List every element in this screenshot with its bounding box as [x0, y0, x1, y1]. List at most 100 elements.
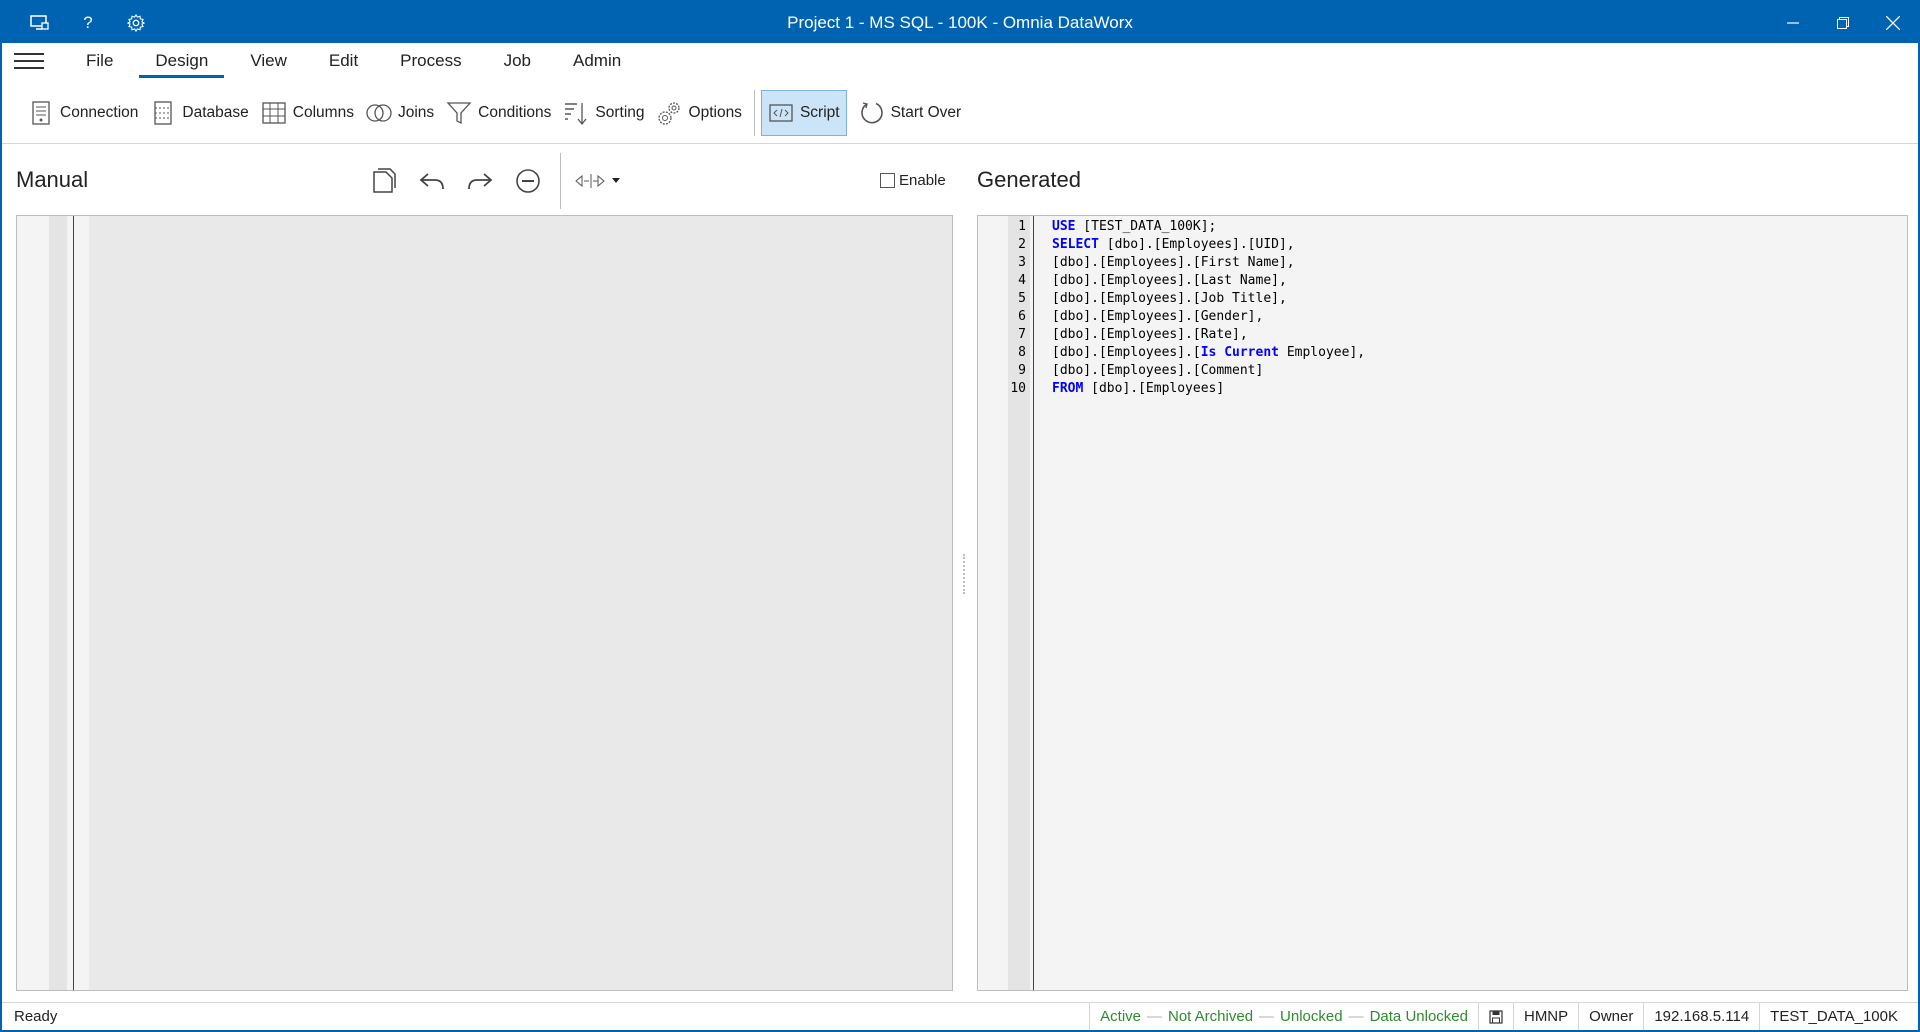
status-database: TEST_DATA_100K [1759, 1003, 1918, 1030]
ribbon-divider [753, 89, 755, 136]
start-over-button[interactable]: Start Over [853, 90, 968, 136]
split-view-icon[interactable] [569, 162, 629, 200]
script-label: Script [799, 103, 840, 121]
menu-design[interactable]: Design [139, 45, 225, 78]
sort-icon [565, 102, 587, 125]
manual-text-area[interactable] [89, 216, 952, 990]
refresh-icon [860, 101, 883, 123]
joins-icon [366, 103, 392, 122]
toolbar-divider [560, 153, 561, 209]
gears-icon [657, 101, 680, 125]
generated-code: 1 USE [TEST_DATA_100K]; 2 SELECT [dbo].[Emp… [978, 218, 1365, 398]
status-locked: Unlocked [1280, 1008, 1343, 1025]
generated-gutter-divider [1033, 216, 1034, 990]
close-icon[interactable] [1868, 2, 1918, 43]
database-button[interactable]: Database [144, 90, 254, 136]
code-line: 7 [dbo].[Employees].[Rate], [978, 326, 1248, 344]
app-window: ? Project 1 - MS SQL - 100K - Omnia Data… [0, 0, 1920, 1032]
clear-icon[interactable] [504, 162, 552, 200]
window-title: Project 1 - MS SQL - 100K - Omnia DataWo… [787, 12, 1133, 32]
redo-icon[interactable] [456, 162, 504, 200]
line-number: 2 [1018, 237, 1026, 252]
code-text: [dbo].[Employees].[Is Current Employee], [1052, 344, 1365, 362]
menu-job[interactable]: Job [488, 45, 547, 77]
restore-icon[interactable] [1818, 2, 1868, 43]
options-label: Options [688, 103, 742, 121]
display-icon[interactable] [16, 2, 64, 43]
line-number: 8 [1018, 345, 1026, 360]
sql-text: [dbo].[Employees].[UID], [1098, 237, 1295, 252]
sorting-label: Sorting [595, 103, 645, 121]
conditions-label: Conditions [478, 103, 552, 121]
enable-checkbox[interactable]: Enable [880, 172, 946, 189]
status-bar: Ready Active — Not Archived — Unlocked —… [2, 1002, 1918, 1030]
filter-icon [446, 101, 472, 124]
checkbox-box[interactable] [880, 173, 895, 188]
sql-text: Employee], [1279, 345, 1366, 360]
minimize-icon[interactable] [1768, 2, 1818, 43]
status-role: Owner [1578, 1003, 1643, 1030]
save-icon[interactable] [1477, 1003, 1513, 1030]
connection-button[interactable]: Connection [22, 90, 144, 136]
copy-icon[interactable] [360, 162, 408, 200]
code-text: SELECT [dbo].[Employees].[UID], [1052, 236, 1295, 254]
manual-line-number-gutter [49, 216, 67, 990]
code-text: [dbo].[Employees].[Comment] [1052, 362, 1263, 380]
sorting-button[interactable]: Sorting [557, 90, 650, 136]
columns-button[interactable]: Columns [255, 90, 360, 136]
code-text: USE [TEST_DATA_100K]; [1052, 218, 1216, 236]
sql-text: [dbo].[Employees].[Rate], [1052, 327, 1248, 342]
joins-label: Joins [397, 103, 435, 121]
design-ribbon: Connection Database Columns Joins Condit… [2, 82, 1918, 144]
manual-header: Manual [16, 160, 88, 200]
sql-keyword: SELECT [1052, 237, 1099, 252]
menu-admin[interactable]: Admin [557, 45, 637, 77]
menu-edit[interactable]: Edit [313, 45, 374, 77]
columns-label: Columns [292, 103, 354, 121]
code-line: 8 [dbo].[Employees].[Is Current Employee]… [978, 344, 1365, 362]
line-number: 9 [1018, 363, 1026, 378]
sql-text: [dbo].[Employees].[Gender], [1052, 309, 1264, 324]
columns-icon [262, 101, 286, 124]
script-button[interactable]: Script [760, 89, 847, 136]
joins-button[interactable]: Joins [360, 90, 440, 136]
code-line: 4 [dbo].[Employees].[Last Name], [978, 272, 1287, 290]
conditions-button[interactable]: Conditions [440, 90, 557, 136]
help-icon[interactable]: ? [64, 2, 112, 43]
options-button[interactable]: Options [651, 90, 748, 136]
line-number: 1 [1018, 219, 1026, 234]
line-number: 10 [1010, 381, 1026, 396]
title-bar: ? Project 1 - MS SQL - 100K - Omnia Data… [2, 2, 1918, 43]
code-icon [769, 103, 793, 122]
database-label: Database [182, 103, 249, 121]
code-line: 5 [dbo].[Employees].[Job Title], [978, 290, 1287, 308]
database-icon [154, 100, 173, 125]
status-archived: Not Archived [1168, 1008, 1254, 1025]
status-data-locked: Data Unlocked [1369, 1008, 1468, 1025]
generated-script-editor[interactable]: 1 USE [TEST_DATA_100K]; 2 SELECT [dbo].[Emp… [977, 215, 1908, 991]
generated-title: Generated [977, 167, 1081, 192]
code-text: FROM [dbo].[Employees] [1052, 380, 1224, 398]
panel-splitter[interactable] [963, 554, 965, 594]
line-number: 4 [1018, 273, 1026, 288]
code-text: [dbo].[Employees].[Rate], [1052, 326, 1248, 344]
code-line: 1 USE [TEST_DATA_100K]; [978, 218, 1216, 236]
code-line: 2 SELECT [dbo].[Employees].[UID], [978, 236, 1294, 254]
status-ip: 192.168.5.114 [1643, 1003, 1759, 1030]
hamburger-menu-icon[interactable] [14, 53, 44, 69]
connection-label: Connection [60, 103, 139, 121]
settings-icon[interactable] [112, 2, 160, 43]
menu-view[interactable]: View [234, 45, 303, 77]
undo-icon[interactable] [408, 162, 456, 200]
menu-file[interactable]: File [70, 45, 129, 77]
manual-script-editor[interactable] [16, 215, 953, 991]
status-active: Active [1100, 1008, 1141, 1025]
status-separator: — [1147, 1008, 1162, 1025]
sql-text: [dbo].[Employees] [1083, 381, 1225, 396]
sql-text: [dbo].[Employees].[Last Name], [1052, 273, 1287, 288]
code-line: 9 [dbo].[Employees].[Comment] [978, 362, 1263, 380]
sql-keyword: USE [1052, 219, 1076, 234]
menu-process[interactable]: Process [384, 45, 477, 77]
code-line: 3 [dbo].[Employees].[First Name], [978, 254, 1294, 272]
code-text: [dbo].[Employees].[First Name], [1052, 254, 1295, 272]
